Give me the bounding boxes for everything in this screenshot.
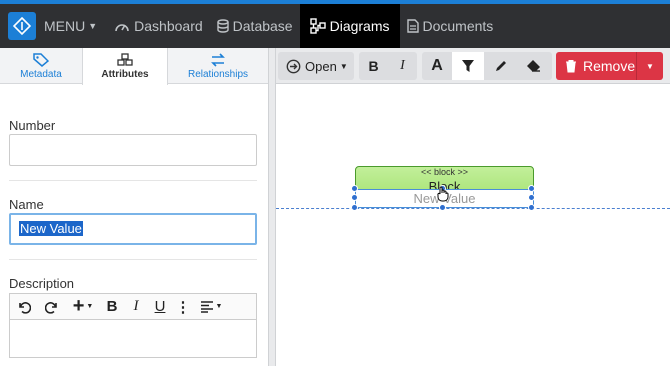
resize-handle[interactable] xyxy=(351,204,358,211)
ellipsis-vertical-icon: ⋮ xyxy=(175,298,191,316)
properties-panel: Metadata Attributes Relationships Number… xyxy=(0,48,268,366)
filter-icon xyxy=(462,60,474,72)
block-stereotype: << block >> xyxy=(420,167,469,177)
trash-icon xyxy=(566,60,576,73)
font-icon: A xyxy=(431,57,443,74)
properties-tabs: Metadata Attributes Relationships xyxy=(0,48,268,85)
nav-dashboard-label: Dashboard xyxy=(134,18,203,34)
description-editor[interactable] xyxy=(9,320,257,358)
redo-icon xyxy=(45,301,57,314)
hand-cursor-icon xyxy=(436,186,450,205)
nav-database-label: Database xyxy=(232,18,293,34)
eraser-icon xyxy=(527,60,540,72)
align-dropdown[interactable]: ▼ xyxy=(194,294,228,319)
tab-relationships[interactable]: Relationships xyxy=(168,48,268,84)
top-navbar: MENU ▼ Dashboard Database Diagrams Docume… xyxy=(0,0,670,48)
resize-handle[interactable] xyxy=(351,194,358,201)
nav-documents-label: Documents xyxy=(422,18,494,34)
remove-button[interactable]: Remove ▼ xyxy=(556,52,663,80)
nav-diagrams-label: Diagrams xyxy=(329,18,390,34)
underline-button[interactable]: U xyxy=(148,294,172,319)
resize-handle[interactable] xyxy=(528,185,535,192)
italic-button[interactable]: I xyxy=(388,52,417,80)
tab-relationships-label: Relationships xyxy=(187,68,249,80)
alignment-guide xyxy=(276,208,670,209)
name-label: Name xyxy=(9,197,44,212)
name-field[interactable]: New Value xyxy=(9,213,257,245)
bold-button[interactable]: B xyxy=(359,52,388,80)
bold-icon: B xyxy=(368,58,379,74)
diagram-toolbar: Open ▼ B I A Remove ▼ xyxy=(276,48,670,84)
italic-icon: I xyxy=(400,58,405,73)
insert-dropdown[interactable]: + ▼ xyxy=(66,294,100,319)
panel-splitter[interactable] xyxy=(268,48,276,366)
resize-handle[interactable] xyxy=(439,204,446,211)
database-icon xyxy=(216,19,229,33)
redo-button[interactable] xyxy=(38,294,66,319)
remove-button-label: Remove xyxy=(583,58,636,74)
caret-down-icon: ▼ xyxy=(646,61,654,71)
font-color-button[interactable]: A xyxy=(422,52,452,80)
name-field-value: New Value xyxy=(19,221,83,236)
format-group: A xyxy=(422,52,552,80)
description-toolbar: + ▼ B I U ⋮ ▼ xyxy=(9,293,257,320)
italic-button[interactable]: I xyxy=(124,294,148,319)
bold-icon: B xyxy=(106,298,118,315)
caret-down-icon: ▼ xyxy=(86,303,94,310)
menu-button[interactable]: MENU ▼ xyxy=(36,4,107,48)
app-logo[interactable] xyxy=(8,12,36,40)
pencil-icon xyxy=(495,61,506,71)
pencil-button[interactable] xyxy=(484,52,517,80)
separator xyxy=(9,180,257,181)
undo-icon xyxy=(19,301,31,314)
tab-attributes-label: Attributes xyxy=(101,69,149,80)
tag-icon xyxy=(33,52,49,67)
description-label: Description xyxy=(9,276,75,291)
diagrams-icon xyxy=(309,18,326,34)
menu-label: MENU xyxy=(44,18,86,34)
open-button[interactable]: Open ▼ xyxy=(278,52,354,80)
cubes-icon xyxy=(117,53,133,66)
number-label: Number xyxy=(9,118,56,133)
dashboard-icon xyxy=(115,24,129,32)
document-icon xyxy=(406,19,419,33)
nav-diagrams[interactable]: Diagrams xyxy=(299,4,400,48)
resize-handle[interactable] xyxy=(528,194,535,201)
plus-icon: + xyxy=(72,295,85,317)
nav-dashboard[interactable]: Dashboard xyxy=(107,4,210,48)
remove-dropdown-toggle[interactable]: ▼ xyxy=(636,52,663,80)
caret-down-icon: ▼ xyxy=(339,61,348,71)
caret-down-icon: ▼ xyxy=(88,21,98,31)
resize-handle[interactable] xyxy=(351,185,358,192)
align-left-icon xyxy=(200,300,213,313)
resize-handle[interactable] xyxy=(528,204,535,211)
bold-button[interactable]: B xyxy=(100,294,124,319)
italic-icon: I xyxy=(133,298,139,314)
tab-metadata-label: Metadata xyxy=(20,68,62,80)
diagram-canvas[interactable] xyxy=(276,85,670,366)
more-button[interactable]: ⋮ xyxy=(172,294,194,319)
tab-attributes[interactable]: Attributes xyxy=(82,48,168,85)
filter-button[interactable] xyxy=(452,52,484,80)
number-field[interactable] xyxy=(9,134,257,166)
nav-database[interactable]: Database xyxy=(210,4,300,48)
tab-metadata[interactable]: Metadata xyxy=(0,48,82,84)
underline-icon: U xyxy=(154,298,166,315)
caret-down-icon: ▼ xyxy=(215,303,223,310)
undo-button[interactable] xyxy=(10,294,38,319)
exchange-icon xyxy=(211,52,225,67)
nav-documents[interactable]: Documents xyxy=(400,4,501,48)
circle-arrow-right-icon xyxy=(286,59,301,73)
eraser-button[interactable] xyxy=(517,52,550,80)
open-button-label: Open xyxy=(305,58,337,74)
separator xyxy=(9,259,257,260)
text-style-group: B I xyxy=(359,52,417,80)
